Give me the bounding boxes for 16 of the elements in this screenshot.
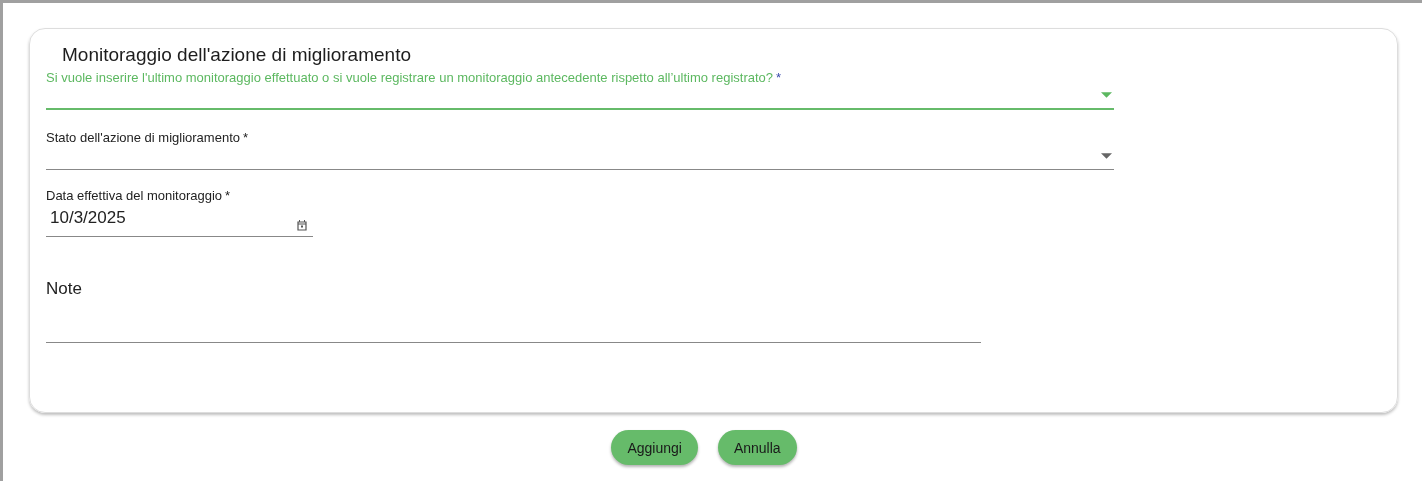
field-label: Data effettiva del monitoraggio	[46, 188, 223, 203]
action-button[interactable]: Annulla	[717, 430, 797, 465]
required-mark: *	[776, 70, 782, 85]
card-title: Monitoraggio dell'azione di miglioramento	[62, 44, 412, 66]
date-field[interactable]: 10/3/2025	[46, 203, 313, 237]
field-label: Stato dell'azione di miglioramento	[46, 130, 240, 145]
required-mark: *	[243, 130, 249, 145]
dropdown-caret-icon	[1101, 153, 1112, 159]
dropdown-caret-icon	[1101, 92, 1112, 98]
required-mark: *	[225, 188, 231, 203]
select-field[interactable]: Stato dell'azione di miglioramento *	[46, 126, 1114, 170]
field-label: Note	[46, 279, 82, 299]
calendar-icon[interactable]	[297, 220, 307, 231]
field-label: Si vuole inserire l'ultimo monitoraggio effettuato o si vuole registrare un monitoraggio antecedente rispetto all’ultimo registrato?	[46, 70, 774, 85]
action-button[interactable]: Aggiungi	[611, 430, 698, 465]
select-field[interactable]: Si vuole inserire l'ultimo monitoraggio effettuato o si vuole registrare un monitoraggio antecedente rispetto all’ultimo registrato? *	[46, 66, 1114, 110]
